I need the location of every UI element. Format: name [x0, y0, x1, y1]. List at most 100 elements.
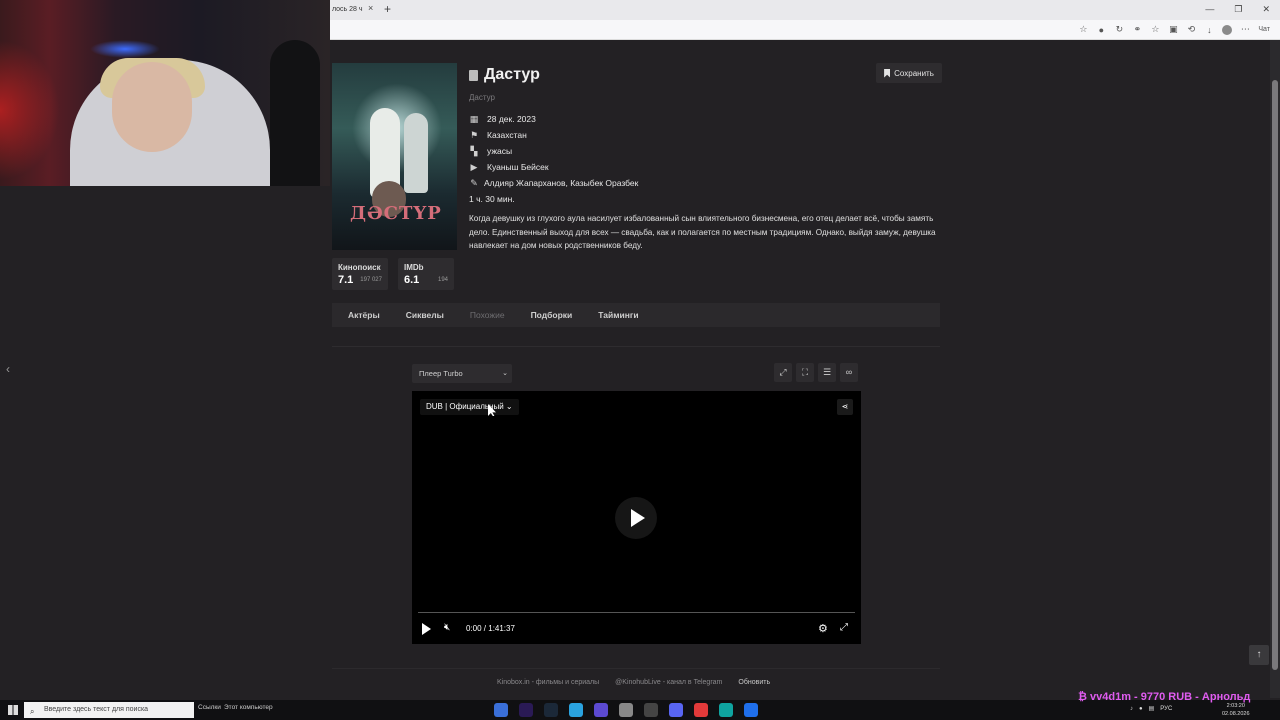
dub-select[interactable]: DUB | Официальный ⌄	[420, 399, 519, 415]
discord-icon[interactable]	[669, 703, 683, 717]
extension-icon[interactable]: ●	[1096, 25, 1106, 35]
history-icon[interactable]: ⟲	[1186, 24, 1196, 35]
tab-collections[interactable]: Подборки	[531, 310, 573, 320]
scrollbar[interactable]	[1270, 40, 1280, 698]
more-icon[interactable]: ⋯	[1240, 24, 1250, 35]
taskbar-links[interactable]: Ссылки	[198, 704, 221, 711]
copilot-button[interactable]: Чат	[1258, 26, 1270, 33]
search-placeholder: Введите здесь текст для поиска	[44, 706, 149, 713]
scrollbar-thumb[interactable]	[1272, 80, 1278, 670]
meta-text: 1 ч. 30 мин.	[469, 194, 515, 204]
windows-start-icon[interactable]	[8, 705, 18, 715]
viber-icon[interactable]	[594, 703, 608, 717]
tab-close-icon[interactable]: ×	[368, 3, 373, 13]
chevron-left-icon[interactable]: ‹	[6, 362, 10, 376]
title-row: Дастур	[469, 66, 540, 84]
player-select[interactable]: Плеер Turbo ⌄	[412, 364, 512, 383]
tab-actors[interactable]: Актёры	[348, 310, 380, 320]
save-label: Сохранить	[894, 68, 934, 78]
meta-text[interactable]: Алдияр Жапарханов, Казыбек Оразбек	[484, 178, 638, 188]
meta-text[interactable]: ужасы	[487, 146, 512, 156]
link-icon[interactable]: ∞	[840, 363, 858, 382]
play-button[interactable]	[615, 497, 657, 539]
meta-director: ▶ Куаныш Бейсек	[469, 159, 638, 175]
calculator-icon[interactable]	[494, 703, 508, 717]
rating-kinopoisk[interactable]: Кинопоиск 7.1 197 027	[332, 258, 388, 290]
meta-genre: ▚ ужасы	[469, 143, 638, 159]
settings-icon[interactable]: ⚙	[818, 622, 828, 635]
taskbar-this-pc[interactable]: Этот компьютер	[224, 704, 273, 711]
volume-icon[interactable]: ♪	[1130, 706, 1133, 712]
meta-text: 28 дек. 2023	[487, 114, 536, 124]
keyboard-lang[interactable]: РУС	[1160, 706, 1172, 712]
refresh-icon[interactable]: ↻	[1114, 24, 1124, 35]
calendar-icon: ▦	[469, 114, 479, 124]
comment-icon[interactable]: ☰	[818, 363, 836, 382]
tab-timings[interactable]: Тайминги	[598, 310, 638, 320]
rating-value: 7.1	[338, 274, 354, 286]
fullscreen-icon[interactable]: ⤢	[840, 622, 848, 633]
share-icon[interactable]: ⋖	[837, 399, 853, 415]
premiere-icon[interactable]	[519, 703, 533, 717]
time-display: 0:00 / 1:41:37	[466, 624, 515, 633]
donation-ticker: ₿ vv4d1m - 9770 RUB - Арнольд	[1078, 691, 1251, 703]
expand-icon[interactable]: ⤢	[774, 363, 792, 382]
meta-writers: ✎ Алдияр Жапарханов, Казыбек Оразбек	[469, 175, 638, 191]
rating-imdb[interactable]: IMDb 6.1 194	[398, 258, 454, 290]
close-window-icon[interactable]: ✕	[1262, 4, 1270, 15]
content-tabs: Актёры Сиквелы Похожие Подборки Тайминги	[332, 303, 940, 327]
split-icon[interactable]: ⚭	[1132, 24, 1142, 35]
collections-icon[interactable]: ▣	[1168, 24, 1178, 35]
footer: Kinobox.in - фильмы и сериалы @KinohubLi…	[497, 679, 770, 686]
favorites-icon[interactable]: ☆	[1150, 24, 1160, 35]
maximize-icon[interactable]: ❐	[1234, 4, 1242, 15]
play-icon[interactable]	[422, 623, 431, 635]
obs-icon[interactable]	[644, 703, 658, 717]
footer-telegram-link[interactable]: @KinohubLive - канал в Telegram	[615, 679, 722, 686]
webcam-overlay	[0, 0, 330, 186]
settings-app-icon[interactable]	[619, 703, 633, 717]
fullscreen-icon[interactable]: ⛶	[796, 363, 814, 382]
edge-beta-icon[interactable]	[744, 703, 758, 717]
movie-poster: ДӘСТҮР	[332, 63, 457, 250]
steam-icon[interactable]	[544, 703, 558, 717]
taskbar: ⌕ Введите здесь текст для поиска Ссылки …	[0, 700, 1280, 720]
video-player[interactable]: DUB | Официальный ⌄ ⋖ 🔇︎ 0:00 / 1:41:37 …	[412, 391, 861, 644]
chevron-down-icon: ⌄	[502, 370, 508, 377]
director-icon: ▶	[470, 162, 478, 172]
taskbar-search[interactable]: ⌕ Введите здесь текст для поиска	[24, 702, 194, 718]
film-icon	[469, 69, 478, 81]
edge-icon[interactable]	[719, 703, 733, 717]
telegram-icon[interactable]	[569, 703, 583, 717]
mic-icon[interactable]: ●	[1139, 706, 1143, 712]
browser-toolbar: ☆ ● ↻ ⚭ ☆ ▣ ⟲ ↓ ⋯ Чат	[1078, 24, 1270, 35]
save-button[interactable]: Сохранить	[876, 63, 942, 83]
scroll-to-top-button[interactable]: ↑	[1249, 645, 1269, 665]
mute-icon[interactable]: 🔇︎	[444, 622, 450, 633]
download-icon[interactable]: ↓	[1204, 25, 1214, 35]
system-tray: ♪ ● ▤ РУС	[1130, 705, 1172, 713]
meta-text[interactable]: Казахстан	[487, 130, 527, 140]
progress-bar[interactable]	[418, 612, 855, 613]
opera-icon[interactable]	[694, 703, 708, 717]
minimize-icon[interactable]: —	[1205, 4, 1214, 15]
meta-text[interactable]: Куаныш Бейсек	[487, 162, 549, 172]
search-icon: ⌕	[30, 707, 35, 716]
screen: лось 28 ч × + — ❐ ✕ ☆ ● ↻ ⚭ ☆ ▣ ⟲ ↓ ⋯ Ча…	[0, 0, 1280, 720]
rating-count: 197 027	[360, 277, 382, 283]
flag-icon: ⚑	[469, 130, 479, 140]
taskbar-clock[interactable]: 2:03:20 02.08.2026	[1222, 702, 1250, 718]
footer-site-link[interactable]: Kinobox.in - фильмы и сериалы	[497, 679, 599, 686]
star-icon[interactable]: ☆	[1078, 24, 1088, 35]
new-tab-button[interactable]: +	[384, 2, 391, 16]
footer-refresh-link[interactable]: Обновить	[738, 679, 770, 686]
network-icon[interactable]: ▤	[1149, 705, 1155, 712]
tab-sequels[interactable]: Сиквелы	[406, 310, 444, 320]
tab-similar[interactable]: Похожие	[470, 310, 505, 320]
taskbar-apps	[494, 703, 758, 717]
bookmark-icon	[884, 68, 891, 78]
player-toolbar: ⤢ ⛶ ☰ ∞	[774, 363, 858, 382]
profile-avatar[interactable]	[1222, 24, 1233, 35]
clock-time: 2:03:20	[1226, 703, 1245, 709]
clock-date: 02.08.2026	[1222, 711, 1250, 717]
